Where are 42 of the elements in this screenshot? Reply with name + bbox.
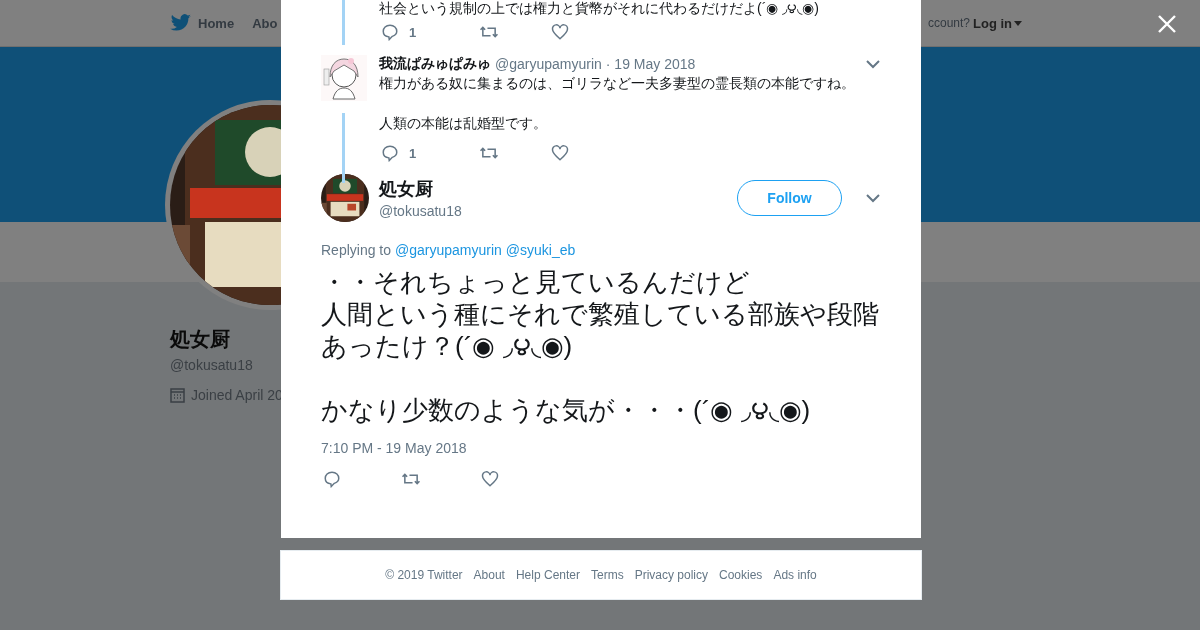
heart-icon[interactable] — [551, 23, 569, 41]
reply-icon[interactable] — [323, 470, 341, 488]
calendar-icon — [170, 387, 185, 403]
footer-link[interactable]: Help Center — [515, 568, 580, 582]
footer-link[interactable]: Cookies — [719, 568, 763, 582]
author-handle[interactable]: @tokusatu18 — [379, 203, 462, 219]
chevron-down-icon[interactable] — [866, 59, 880, 69]
reply-icon[interactable] — [381, 23, 399, 41]
footer-link[interactable]: Ads info — [773, 568, 817, 582]
chevron-down-icon[interactable] — [866, 193, 880, 203]
footer-link[interactable]: Terms — [591, 568, 624, 582]
profile-name: 処女厨 — [170, 327, 230, 352]
account-prompt: ccount? — [927, 16, 970, 30]
reply-count: 1 — [409, 24, 418, 40]
replying-label: Replying to — [321, 242, 392, 258]
author-name[interactable]: 処女厨 — [379, 177, 462, 201]
close-icon[interactable] — [1158, 15, 1176, 33]
tweet-text-line: 人間という種にそれで繁殖している部族や段階あったけ？(´◉ ◞౪◟◉) — [321, 298, 880, 362]
tweet-text-line: ・・それちょっと見ているんだけど — [321, 266, 751, 298]
tweet-text: 権力がある奴に集まるのは、ゴリラなど一夫多妻型の霊長類の本能ですね。 — [379, 74, 856, 93]
tweet-timestamp: 7:10 PM - 19 May 2018 — [321, 440, 468, 456]
reply-icon[interactable] — [381, 144, 399, 162]
heart-icon[interactable] — [481, 470, 499, 488]
mention-link[interactable]: @garyupamyurin — [395, 242, 502, 258]
heart-icon[interactable] — [551, 144, 569, 162]
author-name[interactable]: 我流ぱみゅぱみゅ — [379, 55, 491, 73]
copyright-text: © 2019 Twitter — [385, 568, 463, 582]
author-handle[interactable]: @garyupamyurin — [495, 56, 602, 72]
mention-link[interactable]: @syuki_eb — [505, 242, 576, 258]
login-menu[interactable]: Log in — [973, 15, 1022, 31]
tweet-date[interactable]: · 19 May 2018 — [605, 56, 696, 72]
profile-handle: @tokusatu18 — [170, 357, 253, 373]
footer-link[interactable]: About — [473, 568, 505, 582]
nav-link[interactable]: Home — [198, 15, 235, 31]
tweet-text: 社会という規制の上では権力と貨幣がそれに代わるだけだよ(´◉ ◞౪◟◉) — [379, 0, 820, 16]
reply-count: 1 — [409, 145, 418, 161]
caret-icon — [1014, 20, 1022, 26]
tweet-text-line: かなり少数のような気が・・・(´◉ ◞౪◟◉) — [321, 394, 812, 426]
nav-link[interactable]: Abo — [252, 15, 278, 31]
follow-button[interactable]: Follow — [737, 180, 842, 216]
tweet-text: 人類の本能は乱婚型です。 — [379, 114, 548, 133]
footer-link[interactable]: Privacy policy — [634, 568, 708, 582]
